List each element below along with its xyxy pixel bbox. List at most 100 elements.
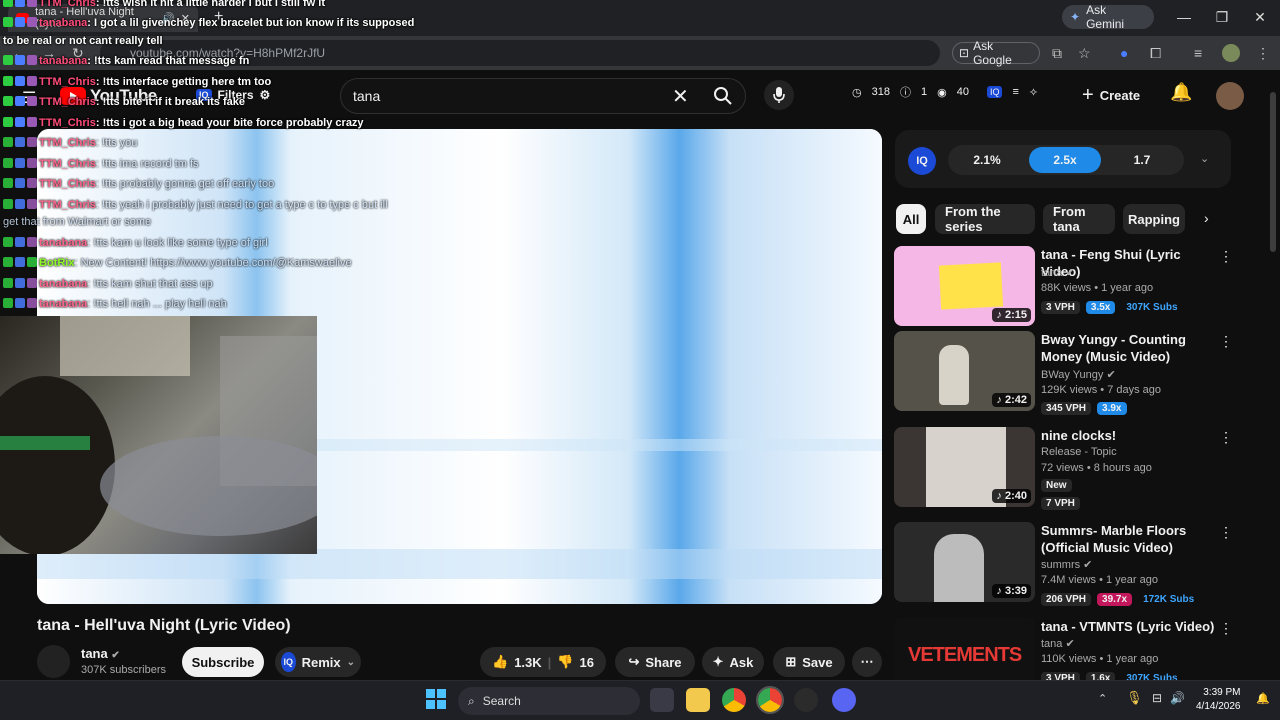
extensions-puzzle-icon[interactable]: ⧠ [1150,45,1161,62]
iq-seg-1[interactable]: 2.1% [951,147,1023,173]
notification-center-icon[interactable]: 🔔 [1256,692,1270,705]
chips-next-icon[interactable]: › [1204,210,1209,226]
rec-menu-icon[interactable]: ⋮ [1219,524,1233,541]
chip-from-series[interactable]: From the series [935,204,1035,234]
rec-title[interactable]: Summrs- Marble Floors (Official Music Vi… [1041,522,1221,556]
video-thumbnail[interactable]: VETEMENTS [894,618,1035,680]
lens-icon: ⊡ [959,46,970,60]
rec-menu-icon[interactable]: ⋮ [1219,333,1233,350]
recommendation-item[interactable]: ♪ 2:42 Bway Yungy - Counting Money (Musi… [894,331,1274,415]
verified-icon: ✔ [1083,559,1093,571]
chat-message: TTM_Chris: !tts interface getting here t… [3,76,271,90]
iq-seg-3[interactable]: 1.7 [1106,147,1178,173]
multiplier-badge: 1.6x [1085,672,1116,680]
search-button[interactable] [708,80,738,112]
taskbar-search[interactable]: ⌕ Search [458,687,640,715]
thumbs-down-icon[interactable]: 👎 [557,654,573,670]
channel-avatar[interactable] [37,645,70,678]
recommendation-item[interactable]: ♪ 2:40 nine clocks! Release - Topic 72 v… [894,427,1274,510]
subs-badge: 172K Subs [1143,594,1195,605]
more-actions-button[interactable]: ⋯ [852,647,882,677]
chrome-active-icon[interactable] [756,686,784,714]
subscribe-button[interactable]: Subscribe [182,647,264,677]
profile-icon[interactable] [1222,44,1240,62]
chat-message: tanabana: !tts kam read that message fn [3,55,249,69]
share-button[interactable]: ↪ Share [615,647,695,677]
iq-logo[interactable]: IQ [908,147,936,175]
rec-menu-icon[interactable]: ⋮ [1219,429,1233,446]
like-count[interactable]: 1.3K [514,655,541,670]
chip-all[interactable]: All [896,204,926,234]
chip-rapping[interactable]: Rapping [1123,204,1185,234]
rec-new-badge: New [1041,479,1072,492]
notifications-bell-icon[interactable]: 🔔 [1170,82,1192,103]
discord-icon[interactable] [832,688,856,712]
save-button[interactable]: ⊞ Save [773,647,845,677]
create-button[interactable]: + Create [1082,84,1140,107]
dislike-count[interactable]: 16 [580,655,594,670]
ask-google-button[interactable]: ⊡ Ask Google [952,39,1040,67]
chrome-menu-icon[interactable]: ⋮ [1256,45,1270,62]
minimize-button[interactable]: — [1166,4,1202,30]
close-window-button[interactable]: ✕ [1242,4,1278,30]
windows-start-icon[interactable] [426,689,446,709]
obs-icon[interactable] [794,688,818,712]
chip-from-tana[interactable]: From tana [1043,204,1115,234]
mic-tray-icon[interactable]: 🎙 [1126,690,1143,706]
voice-search-button[interactable] [764,80,794,110]
install-icon[interactable]: ⧉ [1052,45,1062,62]
iq-seg-2[interactable]: 2.5x [1029,147,1101,173]
thumbs-up-icon[interactable]: 👍 [492,654,508,670]
thumbnail-art [938,262,1004,310]
thumbnail-art [939,345,969,405]
channel-name[interactable]: tana ✔ [81,646,120,661]
reading-list-icon[interactable]: ≡ [1194,45,1202,61]
recommendation-item[interactable]: ♪ 3:39 Summrs- Marble Floors (Official M… [894,522,1274,606]
rec-title[interactable]: Bway Yungy - Counting Money (Music Video… [1041,331,1221,365]
video-thumbnail[interactable]: ♪ 2:40 [894,427,1035,507]
recommendation-item[interactable]: ♪ 2:15 tana - Feng Shui (Lyric Video) ta… [894,246,1274,328]
ask-button[interactable]: ✦ Ask [702,647,764,677]
bookmark-star-icon[interactable]: ☆ [1078,45,1091,62]
file-explorer-icon[interactable] [686,688,710,712]
account-avatar[interactable] [1216,82,1244,110]
maximize-button[interactable]: ❐ [1204,4,1240,30]
chrome-icon[interactable] [722,688,746,712]
lightbulb-icon[interactable]: ✧ [1029,86,1038,99]
remix-button[interactable]: IQ Remix ⌄ [275,647,361,677]
store-icon[interactable] [650,688,674,712]
multiplier-badge: 3.9x [1097,402,1127,415]
rec-channel[interactable]: Release - Topic [1041,446,1117,458]
volume-icon[interactable]: 🔊 [1170,691,1185,705]
time: 3:39 PM [1203,687,1241,698]
extension-icon[interactable]: ● [1120,45,1128,61]
list-icon[interactable]: ≡ [1012,86,1018,98]
video-title: tana - Hell'uva Night (Lyric Video) [37,617,291,634]
taskbar-clock[interactable]: 3:39 PM 4/14/2026 [1196,686,1241,714]
video-thumbnail[interactable]: ♪ 2:15 [894,246,1035,326]
rec-channel[interactable]: tana ✔ [1041,637,1075,650]
webcam-image [0,316,340,556]
plus-icon: + [1082,84,1094,106]
like-dislike-group: 👍 1.3K | 👎 16 [480,647,606,677]
search-icon: ⌕ [468,693,475,708]
tray-chevron-icon[interactable]: ⌃ [1098,692,1107,705]
network-icon[interactable]: ⊟ [1152,691,1162,705]
rec-menu-icon[interactable]: ⋮ [1219,248,1233,265]
rec-channel[interactable]: summrs ✔ [1041,558,1092,571]
rec-channel[interactable]: tana ✔ [1041,266,1075,279]
video-thumbnail[interactable]: ♪ 2:42 [894,331,1035,411]
scrollbar-thumb[interactable] [1270,92,1276,252]
rec-title[interactable]: tana - VTMNTS (Lyric Video) [1041,618,1221,635]
recommendation-item[interactable]: VETEMENTS tana - VTMNTS (Lyric Video) ta… [894,618,1274,680]
video-thumbnail[interactable]: ♪ 3:39 [894,522,1035,602]
clear-search-icon[interactable]: ✕ [672,84,689,109]
chevron-down-icon[interactable]: ⌄ [1200,152,1209,165]
rec-menu-icon[interactable]: ⋮ [1219,620,1233,637]
ask-gemini-button[interactable]: ✦ Ask Gemini [1062,3,1154,31]
verified-icon: ✔ [1106,369,1116,381]
rec-title[interactable]: nine clocks! [1041,427,1221,444]
gemini-icon: ✦ [1070,10,1081,24]
rec-channel[interactable]: BWay Yungy ✔ [1041,368,1116,381]
iq-icon[interactable]: IQ [986,86,1003,98]
